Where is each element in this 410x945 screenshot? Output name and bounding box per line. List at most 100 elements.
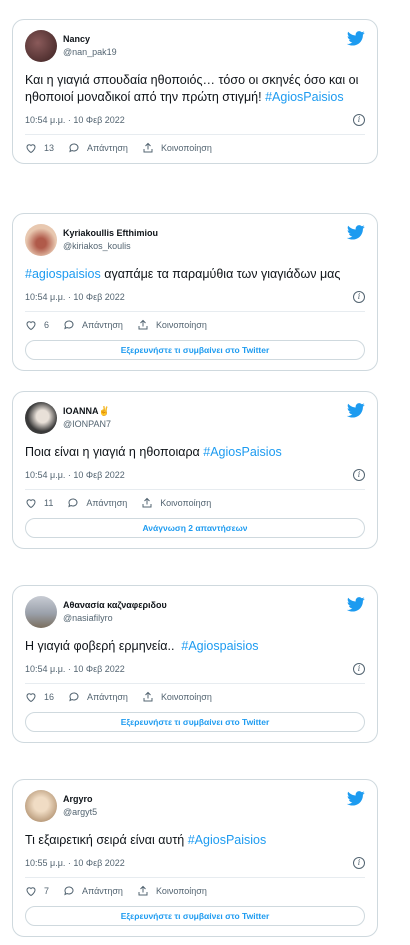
tweet-actions: 13 Απάντηση Κοινοποίηση bbox=[25, 135, 365, 161]
twitter-bird-icon[interactable] bbox=[347, 31, 365, 46]
timestamp[interactable]: 10:55 μ.μ. · 10 Φεβ 2022 bbox=[25, 858, 125, 868]
explore-twitter-button[interactable]: Εξερευνήστε τι συμβαίνει στο Twitter bbox=[25, 340, 365, 360]
tweet-card: Nancy @nan_pak19 Και η γιαγιά σπουδαία η… bbox=[12, 19, 378, 164]
avatar[interactable] bbox=[25, 402, 57, 434]
heart-icon bbox=[26, 321, 36, 331]
author-names: Αθανασία καζναφεριδου @nasiafilyro bbox=[63, 596, 347, 625]
share-label: Κοινοποίηση bbox=[160, 498, 212, 508]
tweet-text: Και η γιαγιά σπουδαία ηθοποιός… τόσο οι … bbox=[25, 72, 365, 106]
share-label: Κοινοποίηση bbox=[160, 692, 212, 702]
explore-twitter-button[interactable]: Εξερευνήστε τι συμβαίνει στο Twitter bbox=[25, 906, 365, 926]
reply-label: Απάντηση bbox=[82, 320, 123, 330]
timestamp[interactable]: 10:54 μ.μ. · 10 Φεβ 2022 bbox=[25, 292, 125, 302]
share-button[interactable]: Κοινοποίηση bbox=[141, 497, 211, 509]
tweet-meta: 10:54 μ.μ. · 10 Φεβ 2022 i bbox=[25, 112, 365, 127]
like-count: 16 bbox=[44, 692, 55, 702]
like-count: 6 bbox=[44, 320, 50, 330]
share-icon bbox=[138, 319, 148, 330]
hashtag-link[interactable]: #AgiosPaisios bbox=[188, 833, 267, 847]
heart-icon bbox=[26, 693, 36, 703]
read-replies-button[interactable]: Ανάγνωση 2 απαντήσεων bbox=[25, 518, 365, 538]
username[interactable]: @IONPAN7 bbox=[63, 418, 347, 431]
share-button[interactable]: Κοινοποίηση bbox=[142, 691, 212, 703]
like-button[interactable]: 16 bbox=[25, 691, 54, 703]
speech-bubble-icon bbox=[64, 886, 74, 896]
tweet-meta: 10:54 μ.μ. · 10 Φεβ 2022 i bbox=[25, 289, 365, 304]
tweet-text-body: Τι εξαιρετική σειρά είναι αυτή bbox=[25, 833, 188, 847]
reply-button[interactable]: Απάντηση bbox=[63, 319, 123, 331]
share-label: Κοινοποίηση bbox=[155, 886, 207, 896]
twitter-bird-icon[interactable] bbox=[347, 597, 365, 612]
reply-label: Απάντηση bbox=[86, 498, 128, 508]
twitter-bird-icon[interactable] bbox=[347, 403, 365, 418]
reply-button[interactable]: Απάντηση bbox=[68, 142, 128, 154]
twitter-bird-icon[interactable] bbox=[347, 791, 365, 806]
tweet-actions: 16 Απάντηση Κοινοποίηση bbox=[25, 684, 365, 710]
tweet-text-body: Η γιαγιά φοβερή ερμηνεία.. bbox=[25, 639, 182, 653]
reply-button[interactable]: Απάντηση bbox=[63, 885, 123, 897]
hashtag-link[interactable]: #agiospaisios bbox=[25, 267, 101, 281]
tweet-actions: 6 Απάντηση Κοινοποίηση bbox=[25, 312, 365, 338]
tweet-meta: 10:55 μ.μ. · 10 Φεβ 2022 i bbox=[25, 855, 365, 870]
timestamp[interactable]: 10:54 μ.μ. · 10 Φεβ 2022 bbox=[25, 115, 125, 125]
author-names: IOANNA✌ @IONPAN7 bbox=[63, 402, 347, 431]
tweet-meta: 10:54 μ.μ. · 10 Φεβ 2022 i bbox=[25, 467, 365, 482]
tweet-actions: 7 Απάντηση Κοινοποίηση bbox=[25, 878, 365, 904]
tweet-header: Kyriakoullis Efthimiou @kiriakos_koulis bbox=[25, 224, 365, 262]
tweet-card: Argyro @argyt5 Τι εξαιρετική σειρά είναι… bbox=[12, 779, 378, 937]
share-icon bbox=[143, 142, 153, 153]
display-name[interactable]: Αθανασία καζναφεριδου bbox=[63, 599, 347, 612]
tweet-actions: 11 Απάντηση Κοινοποίηση bbox=[25, 490, 365, 516]
twitter-bird-icon[interactable] bbox=[347, 225, 365, 240]
tweet-header: Nancy @nan_pak19 bbox=[25, 30, 365, 68]
like-count: 7 bbox=[44, 886, 50, 896]
explore-twitter-button[interactable]: Εξερευνήστε τι συμβαίνει στο Twitter bbox=[25, 712, 365, 732]
info-icon[interactable]: i bbox=[353, 113, 365, 126]
speech-bubble-icon bbox=[69, 692, 79, 702]
username[interactable]: @nan_pak19 bbox=[63, 46, 347, 59]
reply-button[interactable]: Απάντηση bbox=[68, 691, 128, 703]
avatar[interactable] bbox=[25, 224, 57, 256]
like-button[interactable]: 6 bbox=[25, 319, 49, 331]
like-button[interactable]: 7 bbox=[25, 885, 49, 897]
display-name[interactable]: Kyriakoullis Efthimiou bbox=[63, 227, 347, 240]
avatar[interactable] bbox=[25, 790, 57, 822]
tweet-text: Ποια είναι η γιαγιά η ηθοποιαρα #AgiosPa… bbox=[25, 444, 365, 461]
avatar[interactable] bbox=[25, 30, 57, 62]
avatar[interactable] bbox=[25, 596, 57, 628]
like-button[interactable]: 11 bbox=[25, 497, 53, 509]
hashtag-link[interactable]: #AgiosPaisios bbox=[203, 445, 282, 459]
share-icon bbox=[138, 885, 148, 896]
hashtag-link[interactable]: #Agiospaisios bbox=[181, 639, 258, 653]
tweet-card: IOANNA✌ @IONPAN7 Ποια είναι η γιαγιά η η… bbox=[12, 391, 378, 549]
info-icon[interactable]: i bbox=[353, 856, 365, 869]
hashtag-link[interactable]: #AgiosPaisios bbox=[265, 90, 344, 104]
username[interactable]: @kiriakos_koulis bbox=[63, 240, 347, 253]
tweet-text: Η γιαγιά φοβερή ερμηνεία.. #Agiospaisios bbox=[25, 638, 365, 655]
timestamp[interactable]: 10:54 μ.μ. · 10 Φεβ 2022 bbox=[25, 470, 125, 480]
display-name[interactable]: Nancy bbox=[63, 33, 347, 46]
tweet-meta: 10:54 μ.μ. · 10 Φεβ 2022 i bbox=[25, 661, 365, 676]
tweet-text: #agiospaisios αγαπάμε τα παραμύθια των γ… bbox=[25, 266, 365, 283]
reply-button[interactable]: Απάντηση bbox=[67, 497, 127, 509]
tweet-card: Kyriakoullis Efthimiou @kiriakos_koulis … bbox=[12, 213, 378, 371]
share-button[interactable]: Κοινοποίηση bbox=[142, 142, 212, 154]
share-button[interactable]: Κοινοποίηση bbox=[137, 885, 207, 897]
username[interactable]: @argyt5 bbox=[63, 806, 347, 819]
like-button[interactable]: 13 bbox=[25, 142, 54, 154]
heart-icon bbox=[26, 887, 36, 897]
like-count: 13 bbox=[44, 143, 55, 153]
reply-label: Απάντηση bbox=[87, 692, 128, 702]
info-icon[interactable]: i bbox=[353, 662, 365, 675]
username[interactable]: @nasiafilyro bbox=[63, 612, 347, 625]
tweet-header: Αθανασία καζναφεριδου @nasiafilyro bbox=[25, 596, 365, 634]
heart-icon bbox=[26, 144, 36, 154]
timestamp[interactable]: 10:54 μ.μ. · 10 Φεβ 2022 bbox=[25, 664, 125, 674]
info-icon[interactable]: i bbox=[353, 290, 365, 303]
share-icon bbox=[142, 497, 152, 508]
share-button[interactable]: Κοινοποίηση bbox=[137, 319, 207, 331]
display-name[interactable]: Argyro bbox=[63, 793, 347, 806]
info-icon[interactable]: i bbox=[353, 468, 365, 481]
speech-bubble-icon bbox=[68, 498, 78, 508]
display-name[interactable]: IOANNA✌ bbox=[63, 405, 347, 418]
